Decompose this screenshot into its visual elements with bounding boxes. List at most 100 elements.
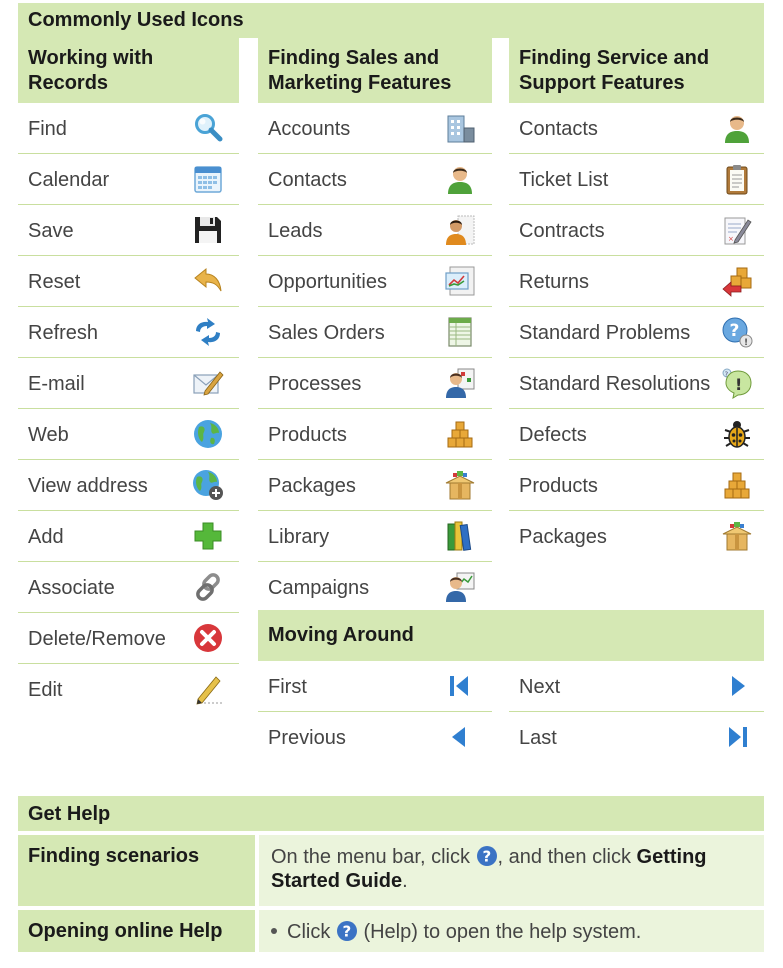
list-item-view-address: View address [18,460,239,511]
refresh-arrows-icon [196,318,220,346]
boxes-icon [447,421,473,448]
item-label: Standard Problems [519,322,691,344]
list-item-contacts: Contacts [258,154,492,205]
list-item-add: Add [18,511,239,562]
globe-add-icon [193,470,223,500]
list-item-products-service: Products [509,460,764,511]
floppy-disk-icon [195,217,221,243]
previous-icon [452,727,465,747]
next-icon [732,676,745,696]
exclamation-bubble-icon: ? ! [722,368,752,399]
list-item-calendar: Calendar [18,154,239,205]
item-label: Standard Resolutions [519,373,711,395]
item-label: Save [28,220,74,242]
column-header-line: Finding Service and [519,47,710,69]
plus-icon [194,522,222,550]
last-icon [729,727,747,747]
item-label: Returns [519,271,590,293]
item-label: Delete/Remove [28,628,166,650]
item-label: Products [519,475,598,497]
email-pencil-icon [193,371,224,396]
chart-document-icon [445,266,475,296]
list-item-previous: Previous [258,712,492,763]
item-label: View address [28,475,148,497]
commonly-used-icons-title: Commonly Used Icons [28,9,244,31]
list-item-opportunities: Opportunities [258,256,492,307]
clipboard-icon [726,165,748,195]
list-item-find: Find [18,103,239,154]
help-row-text: On the menu bar, click ? , and then click… [259,835,764,906]
svg-text:?: ? [730,321,740,341]
return-boxes-icon [722,267,752,297]
get-help-header: Get Help [18,796,764,831]
boxes-icon [724,472,750,499]
item-label: Products [268,424,347,446]
list-item-first: First [258,661,492,712]
list-item-save: Save [18,205,239,256]
first-icon [450,676,468,696]
list-item-sales-orders: Sales Orders [258,307,492,358]
help-text: . [402,870,408,892]
item-label: Accounts [268,118,351,140]
svg-text:!: ! [735,375,742,394]
item-label: Web [28,424,69,446]
list-item-returns: Returns [509,256,764,307]
package-icon [722,522,752,551]
help-question-icon: ? [476,846,497,866]
item-label: Last [519,727,557,749]
bullet-icon [271,927,277,934]
contract-pen-icon: × [724,217,752,245]
service-support-header: Finding Service and Support Features [509,38,764,103]
list-item-campaigns: Campaigns [258,562,492,613]
lead-person-icon [446,215,475,245]
list-item-products: Products [258,409,492,460]
help-row-finding-scenarios: Finding scenarios On the menu bar, click… [18,835,764,906]
svg-text:?: ? [342,923,351,941]
item-label: Contacts [519,118,598,140]
package-icon [445,471,475,500]
building-icon [447,115,475,143]
item-label: Refresh [28,322,99,344]
item-label: Packages [519,526,607,548]
item-label: Reset [28,271,81,293]
list-item-associate: Associate [18,562,239,613]
undo-arrow-icon [194,267,222,292]
spreadsheet-icon [448,317,472,347]
item-label: Processes [268,373,362,395]
campaign-person-icon [446,572,475,602]
item-label: Calendar [28,169,110,191]
delete-x-icon [194,624,222,652]
help-text: On the menu bar, click [271,846,476,868]
item-label: Associate [28,577,115,599]
person-icon [448,167,472,194]
item-label: Sales Orders [268,322,385,344]
column-header-line: Records [28,72,109,94]
moving-around-title: Moving Around [268,624,414,646]
item-label: E-mail [28,373,85,395]
item-label: Previous [268,727,346,749]
person-icon [725,116,749,143]
help-text: (Help) to open the help system. [357,921,642,943]
item-label: Contacts [268,169,347,191]
svg-text:?: ? [482,848,491,866]
working-with-records-header: Working with Records [18,38,239,103]
help-row-label: Opening online Help [18,910,255,952]
globe-icon [194,420,222,448]
item-label: Defects [519,424,587,446]
calendar-icon [194,166,222,193]
column-header-line: Finding Sales and [268,47,440,69]
list-item-library: Library [258,511,492,562]
list-item-delete-remove: Delete/Remove [18,613,239,664]
help-text: Click [287,921,336,943]
list-item-web: Web [18,409,239,460]
svg-text:!: ! [744,338,748,348]
item-label: Ticket List [519,169,609,191]
list-item-last: Last [509,712,764,763]
help-text: , and then click [497,846,637,868]
list-item-leads: Leads [258,205,492,256]
books-icon [447,521,472,551]
item-label: Packages [268,475,356,497]
help-question-icon: ? [336,921,357,941]
pencil-icon [196,676,222,705]
sales-marketing-header: Finding Sales and Marketing Features [258,38,492,103]
